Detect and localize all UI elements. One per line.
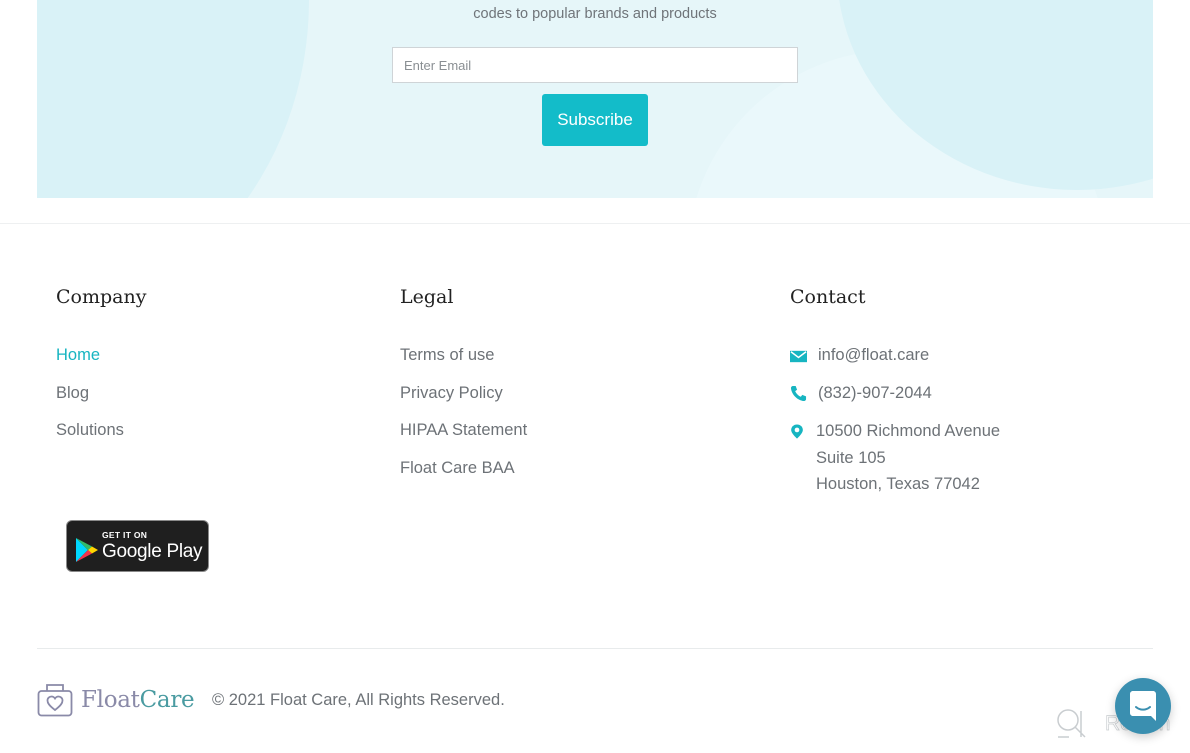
bag-heart-icon [37, 684, 73, 717]
mail-icon [790, 350, 807, 363]
footer-link-terms[interactable]: Terms of use [400, 346, 527, 384]
divider [0, 223, 1190, 224]
footer-link-baa[interactable]: Float Care BAA [400, 459, 527, 497]
address-line: Houston, Texas 77042 [816, 475, 980, 493]
revain-logo-icon [1057, 709, 1086, 738]
contact-email-text: info@float.care [818, 346, 930, 364]
contact-phone[interactable]: (832)-907-2044 [790, 384, 932, 403]
email-input[interactable] [392, 47, 798, 83]
logo-text-care: Care [139, 687, 195, 713]
logo-text-float: Float [81, 687, 140, 713]
footer-column-legal: Legal Terms of use Privacy Policy HIPAA … [400, 286, 527, 477]
google-play-small-text: GET IT ON [102, 530, 148, 540]
contact-heading: Contact [790, 286, 866, 308]
google-play-icon [76, 538, 98, 562]
contact-phone-text: (832)-907-2044 [818, 384, 932, 402]
footer-column-contact: Contact info@float.care (832)-907-2044 1… [790, 286, 1120, 516]
floatcare-logo[interactable]: Float Care [37, 683, 195, 717]
divider [37, 648, 1153, 649]
footer-link-hipaa[interactable]: HIPAA Statement [400, 421, 527, 459]
legal-heading: Legal [400, 286, 454, 308]
footer-link-privacy[interactable]: Privacy Policy [400, 384, 527, 422]
google-play-big-text: Google Play [102, 541, 203, 562]
footer-link-home[interactable]: Home [56, 346, 124, 384]
address-line: 10500 Richmond Avenue [816, 422, 1001, 440]
location-pin-icon [791, 424, 803, 439]
address-text: 10500 Richmond Avenue Suite 105 Houston,… [816, 418, 1000, 498]
contact-email[interactable]: info@float.care [790, 346, 929, 365]
decorative-circle [37, 0, 309, 198]
company-links: Home Blog Solutions [56, 346, 124, 459]
footer-column-company: Company Home Blog Solutions [56, 286, 147, 439]
newsletter-section: codes to popular brands and products Sub… [37, 0, 1153, 198]
legal-links: Terms of use Privacy Policy HIPAA Statem… [400, 346, 527, 497]
contact-address: 10500 Richmond Avenue Suite 105 Houston,… [790, 422, 1000, 498]
subscribe-button[interactable]: Subscribe [542, 94, 648, 146]
address-line: Suite 105 [816, 448, 886, 467]
footer-link-solutions[interactable]: Solutions [56, 421, 124, 459]
chat-icon [1130, 691, 1156, 721]
footer-link-blog[interactable]: Blog [56, 384, 124, 422]
company-heading: Company [56, 286, 147, 308]
google-play-badge[interactable]: GET IT ON Google Play [66, 520, 209, 572]
newsletter-subtitle: codes to popular brands and products [473, 6, 717, 22]
phone-icon [790, 385, 807, 402]
copyright-text: © 2021 Float Care, All Rights Reserved. [212, 691, 505, 709]
chat-launcher-button[interactable] [1115, 678, 1171, 734]
